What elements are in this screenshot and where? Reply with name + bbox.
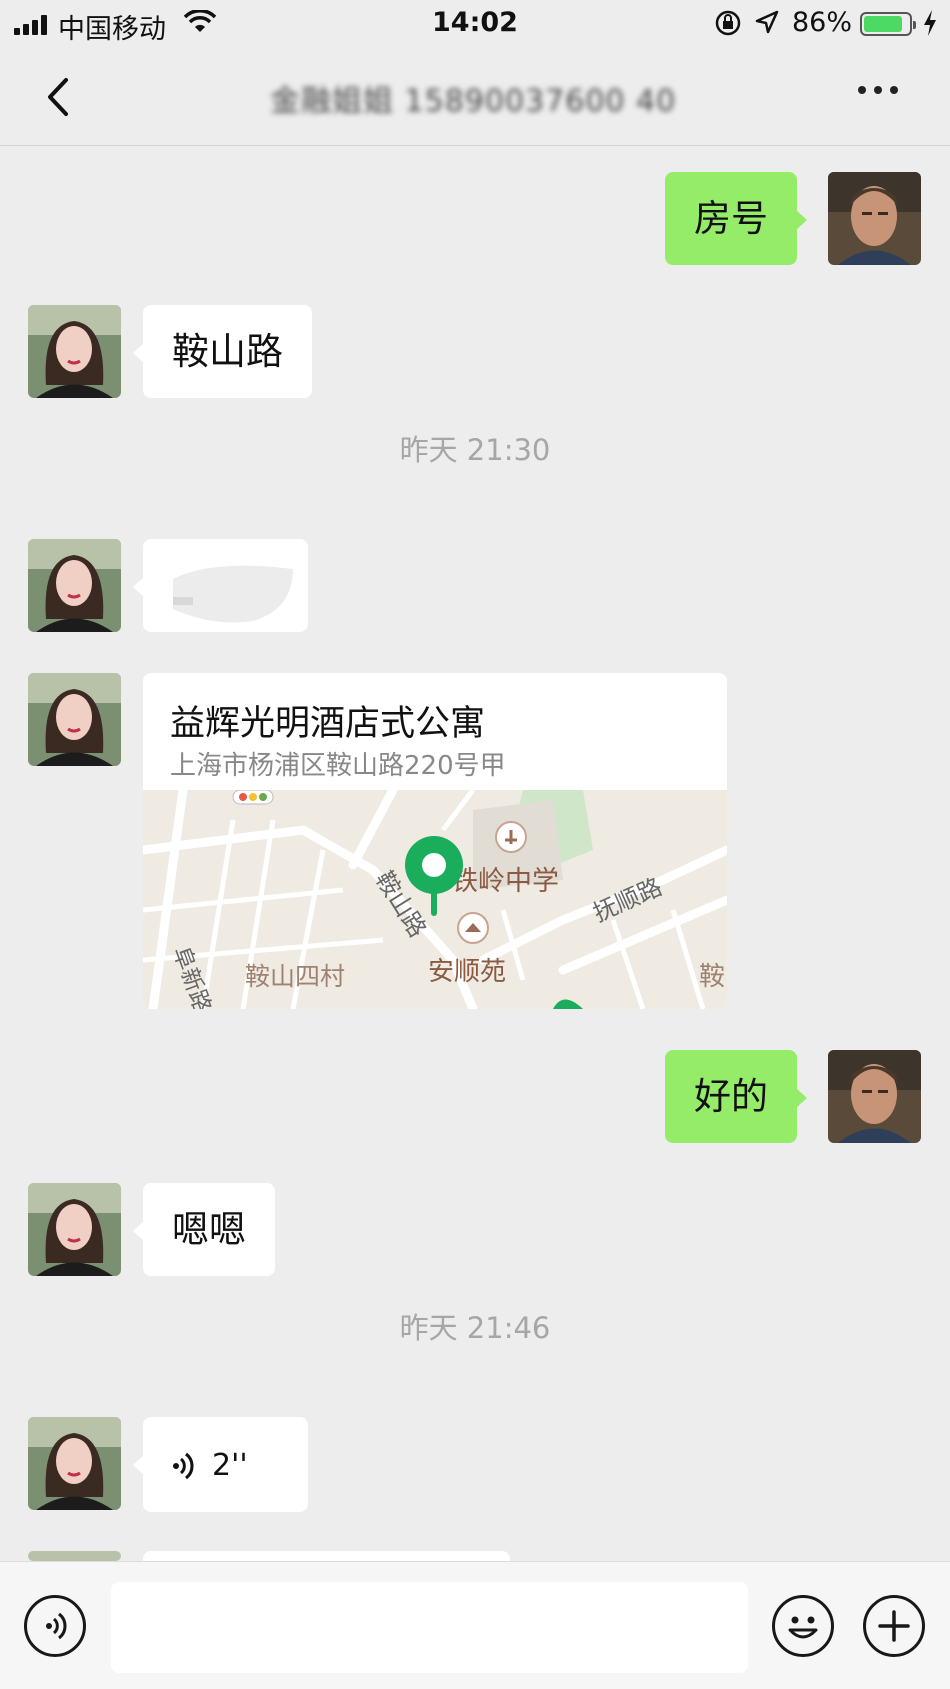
map-label: 鞍山四村: [245, 962, 345, 991]
message-input[interactable]: [111, 1582, 748, 1673]
message-bubble-outgoing[interactable]: 好的: [665, 1050, 807, 1143]
location-address: 上海市杨浦区鞍山路220号甲: [170, 751, 506, 781]
location-name: 益辉光明酒店式公寓: [170, 704, 486, 744]
voice-wave-icon: [173, 1452, 194, 1479]
location-message[interactable]: 益辉光明酒店式公寓 上海市杨浦区鞍山路220号甲 铁岭中学 抚顺路 鞍山路 安顺…: [143, 673, 727, 1009]
input-bar: [0, 1561, 950, 1689]
location-arrow-icon: [754, 9, 780, 42]
back-icon: [48, 78, 68, 116]
message-list[interactable]: 房号 鞍山路 昨天 21:30 益辉光明酒店式公寓 上海市杨浦区鞍山路220号甲: [0, 147, 950, 1561]
contact-avatar[interactable]: [28, 1183, 121, 1276]
my-avatar[interactable]: [828, 172, 921, 265]
rotation-lock-icon: [714, 9, 742, 44]
my-avatar[interactable]: [828, 1050, 921, 1143]
message-bubble-outgoing[interactable]: 房号: [665, 172, 807, 265]
map-label: 鞍: [699, 962, 725, 992]
emoji-icon: [788, 1616, 818, 1639]
voice-input-button[interactable]: [24, 1595, 86, 1657]
emoji-button[interactable]: [772, 1595, 834, 1657]
contact-avatar[interactable]: [28, 539, 121, 632]
voice-input-icon: [46, 1612, 67, 1640]
chat-header: 金融姐姐 15890037600 40: [0, 48, 950, 146]
message-timestamp: 昨天 21:46: [399, 1311, 551, 1345]
contact-avatar[interactable]: [28, 1417, 121, 1510]
charging-bolt-icon: [922, 9, 938, 44]
status-bar: 中国移动 14:02 86%: [0, 0, 950, 48]
plus-icon: [878, 1610, 910, 1642]
more-button[interactable]: [858, 86, 898, 94]
contact-avatar[interactable]: [28, 1551, 121, 1561]
voice-message[interactable]: 2'': [133, 1417, 308, 1512]
back-button[interactable]: [38, 72, 82, 122]
contact-avatar[interactable]: [28, 673, 121, 766]
battery-icon: [860, 12, 916, 36]
message-timestamp: 昨天 21:30: [399, 433, 551, 467]
map-label: 安顺苑: [428, 957, 506, 987]
more-icon: [858, 86, 866, 94]
battery-percent: 86%: [792, 7, 853, 38]
more-actions-button[interactable]: [863, 1595, 925, 1657]
message-bubble-incoming[interactable]: 嗯嗯: [133, 1183, 275, 1276]
message-bubble-incoming[interactable]: 鞍山路: [133, 305, 312, 398]
voice-duration: 2'': [212, 1448, 248, 1483]
location-map: 铁岭中学 抚顺路 鞍山路 安顺苑 鞍山四村 阜新路 鞍: [143, 785, 727, 1009]
image-message[interactable]: [133, 539, 308, 632]
chat-title: 金融姐姐 15890037600 40: [270, 84, 677, 119]
message-bubble-incoming[interactable]: [143, 1551, 510, 1561]
contact-avatar[interactable]: [28, 305, 121, 398]
map-label: 铁岭中学: [451, 866, 559, 897]
